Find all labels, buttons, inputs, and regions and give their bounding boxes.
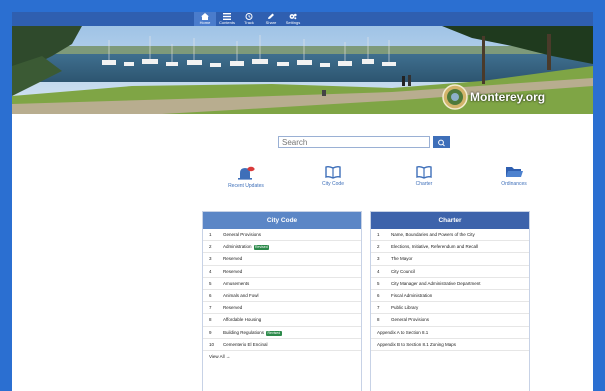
list-item[interactable]: 7 Reserved [203, 302, 361, 315]
nav-home-label: Home [199, 20, 211, 25]
bell-icon [238, 166, 255, 180]
nav-settings[interactable]: Settings [282, 12, 304, 26]
nav-settings-label: Settings [285, 20, 301, 25]
charter-panel: Charter 1 Name, Boundaries and Powers of … [370, 211, 530, 391]
brand-logo-text: Monterey.org [470, 90, 546, 104]
pen-icon [268, 13, 274, 19]
list-item[interactable]: 3 The Mayor [371, 253, 529, 266]
book-icon [416, 165, 432, 179]
list-item[interactable]: 5 City Manager and Administrative Departm… [371, 278, 529, 290]
quick-link-charter[interactable]: Charter [389, 165, 459, 187]
list-item[interactable]: 6 Fiscal Administration [371, 290, 529, 303]
quick-link-ordinances[interactable]: Ordinances [479, 165, 549, 187]
nav-contents[interactable]: Contents [216, 12, 238, 26]
list-item[interactable]: Appendix B to Section 8.1 Zoning Maps [371, 339, 529, 351]
nav-contents-label: Contents [218, 20, 235, 25]
nav-share[interactable]: Share [260, 12, 282, 26]
list-item[interactable]: 8 General Provisions [371, 314, 529, 327]
browser-frame: Home Contents Track Share Settings Monte… [0, 0, 605, 391]
revised-badge: Revised [266, 330, 282, 336]
nav-track-label: Track [244, 20, 254, 25]
nav-home[interactable]: Home [194, 12, 216, 26]
book-icon [325, 165, 341, 179]
quick-link-label: City Code [322, 181, 344, 187]
clock-icon [245, 13, 253, 20]
list-item[interactable]: 4 Reserved [203, 266, 361, 278]
revised-badge: Revised [253, 245, 270, 251]
list-item[interactable]: Appendix A to Section 8.1 [371, 327, 529, 339]
city-seal-icon [442, 84, 468, 110]
hero-banner: Monterey.org [12, 26, 593, 114]
list-item[interactable]: 2 Administration Revised [203, 241, 361, 254]
search-button[interactable] [433, 136, 450, 148]
list-item[interactable]: 3 Reserved [203, 253, 361, 266]
search-icon [438, 139, 445, 147]
quick-link-label: Charter [415, 181, 433, 187]
quick-link-label: Recent Updates [228, 183, 264, 189]
search-input[interactable] [278, 136, 430, 148]
list-icon [223, 13, 231, 20]
list-item[interactable]: 5 Amusements [203, 278, 361, 290]
quick-link-recent-updates[interactable]: Recent Updates [211, 165, 281, 189]
quick-link-label: Ordinances [501, 181, 527, 187]
view-all-link[interactable]: View All → [203, 351, 361, 362]
list-item[interactable]: 9 Building Regulations Revised [203, 327, 361, 339]
home-icon [201, 13, 209, 20]
charter-header: Charter [371, 212, 529, 229]
list-item[interactable]: 10 Cementerio El Encinal [203, 339, 361, 351]
list-item[interactable]: 2 Elections, Initiative, Referendum and R… [371, 241, 529, 254]
list-item[interactable]: 6 Animals and Fowl [203, 290, 361, 303]
list-item[interactable]: 8 Affordable Housing [203, 314, 361, 327]
nav-share-label: Share [265, 20, 277, 25]
list-item[interactable]: 1 Name, Boundaries and Powers of the City [371, 229, 529, 242]
page: Home Contents Track Share Settings Monte… [12, 12, 593, 391]
list-item[interactable]: 7 Public Library [371, 302, 529, 315]
nav-track[interactable]: Track [238, 12, 260, 26]
city-code-panel: City Code 1 General Provisions 2 Administr… [202, 211, 362, 391]
folder-icon [506, 167, 523, 177]
gear-icon [289, 13, 297, 20]
list-item[interactable]: 4 City Council [371, 266, 529, 278]
top-nav: Home Contents Track Share Settings [12, 12, 593, 26]
quick-link-city-code[interactable]: City Code [298, 165, 368, 187]
list-item[interactable]: 1 General Provisions [203, 229, 361, 242]
search-bar [278, 136, 454, 150]
city-code-header: City Code [203, 212, 361, 229]
